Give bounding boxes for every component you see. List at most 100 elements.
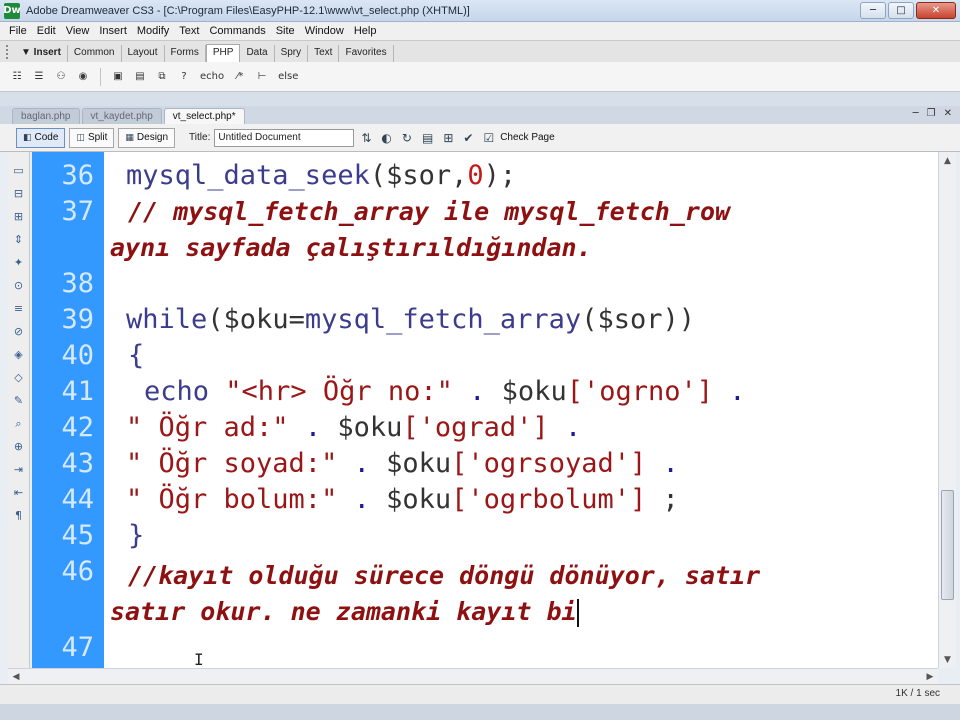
view-options-icon[interactable]: ▤ — [419, 131, 436, 145]
require-icon[interactable]: ▤ — [131, 68, 149, 86]
doc-tab-vt-kaydet[interactable]: vt_kaydet.php — [81, 108, 162, 124]
scroll-right-icon[interactable]: ▶ — [922, 669, 938, 684]
indent-code-icon[interactable]: ⇥ — [14, 461, 23, 479]
balance-braces-icon[interactable]: ⊙ — [14, 277, 23, 295]
open-documents-icon[interactable]: ▭ — [13, 162, 23, 180]
status-bar: 1K / 1 sec — [0, 684, 960, 704]
format-source-icon[interactable]: ¶ — [15, 507, 22, 525]
else-if-icon[interactable]: ⊢ — [253, 68, 271, 86]
insert-tab-layout[interactable]: Layout — [122, 45, 165, 62]
split-view-button[interactable]: ◫ Split — [69, 127, 115, 148]
line-number: 36 — [61, 160, 94, 191]
check-page-button[interactable]: ☑ Check Page — [480, 131, 554, 145]
cookie-vars-icon[interactable]: ◉ — [74, 68, 92, 86]
menu-edit[interactable]: Edit — [32, 25, 61, 37]
document-title-field[interactable] — [214, 128, 355, 147]
menu-commands[interactable]: Commands — [204, 25, 270, 37]
menu-file[interactable]: File — [4, 25, 32, 37]
doc-close-icon[interactable]: ✕ — [944, 108, 952, 119]
menu-text[interactable]: Text — [174, 25, 204, 37]
else-icon[interactable]: else — [275, 68, 301, 86]
visual-aids-icon[interactable]: ⊞ — [440, 131, 456, 145]
code-comment-text: satır okur. ne zamanki kayıt bi — [110, 597, 577, 626]
form-vars-icon[interactable]: ☷ — [8, 68, 26, 86]
insert-tab-text[interactable]: Text — [308, 45, 340, 62]
code-token: mysql_fetch_array — [304, 304, 582, 335]
minimize-button[interactable]: ─ — [860, 2, 886, 19]
scroll-up-icon[interactable]: ▲ — [939, 152, 956, 169]
code-token: ['ograd'] — [402, 412, 549, 443]
scroll-down-icon[interactable]: ▼ — [939, 651, 956, 668]
vertical-scrollbar[interactable]: ▲ ▼ — [938, 152, 956, 668]
select-parent-tag-icon[interactable]: ✦ — [14, 254, 23, 272]
expand-all-icon[interactable]: ⇕ — [14, 231, 23, 249]
wrap-tag-icon[interactable]: ✎ — [14, 392, 23, 410]
outdent-code-icon[interactable]: ⇤ — [14, 484, 23, 502]
code-token: ($sor)) — [581, 304, 695, 335]
menu-modify[interactable]: Modify — [132, 25, 174, 37]
doc-tab-vt-select[interactable]: vt_select.php* — [163, 108, 245, 124]
highlight-invalid-icon[interactable]: ⊘ — [14, 323, 23, 341]
panel-grip-icon[interactable] — [6, 45, 12, 59]
collapse-selection-icon[interactable]: ⊞ — [14, 208, 23, 226]
file-management-icon[interactable]: ⇅ — [358, 131, 374, 145]
echo-icon[interactable]: echo — [197, 68, 227, 86]
menu-help[interactable]: Help — [349, 25, 382, 37]
session-vars-icon[interactable]: ⚇ — [52, 68, 70, 86]
maximize-button[interactable]: □ — [888, 2, 914, 19]
insert-tab-data[interactable]: Data — [240, 45, 275, 62]
menu-window[interactable]: Window — [300, 25, 349, 37]
code-token: $oku — [501, 376, 567, 407]
insert-tab-spry[interactable]: Spry — [275, 45, 309, 62]
insert-tab-php[interactable]: PHP — [205, 44, 241, 62]
refresh-icon[interactable]: ↻ — [399, 131, 415, 145]
code-token: . — [662, 448, 679, 479]
insert-tab-forms[interactable]: Forms — [165, 45, 206, 62]
comment-icon[interactable]: ⁄* — [231, 68, 249, 86]
ibeam-cursor-icon: I — [194, 650, 204, 668]
insert-tab-favorites[interactable]: Favorites — [339, 45, 394, 62]
code-view-button[interactable]: ◧ Code — [16, 127, 66, 148]
split-view-icon: ◫ — [76, 132, 85, 143]
line-number: 45 — [61, 520, 94, 551]
code-line-45: } — [128, 520, 145, 551]
apply-comment-icon[interactable]: ◈ — [14, 346, 22, 364]
remove-comment-icon[interactable]: ◇ — [14, 369, 22, 387]
line-number: 39 — [61, 304, 94, 335]
menu-view[interactable]: View — [61, 25, 95, 37]
code-token: = — [288, 304, 305, 335]
code-token: ['ogrsoyad'] — [451, 448, 647, 479]
collapse-tag-icon[interactable]: ⊟ — [14, 185, 23, 203]
code-token: . — [469, 376, 486, 407]
code-line-41: echo "<hr> Öğr no:" . $oku['ogrno'] . — [144, 374, 746, 410]
menu-site[interactable]: Site — [271, 25, 300, 37]
close-button[interactable]: ✕ — [916, 2, 956, 19]
code-block-icon[interactable]: ⧉ — [153, 68, 171, 86]
insert-bar-label[interactable]: ▼ Insert — [15, 45, 68, 62]
menu-insert[interactable]: Insert — [94, 25, 132, 37]
code-token: . — [564, 412, 582, 443]
doc-minimize-icon[interactable]: ─ — [913, 108, 919, 119]
url-vars-icon[interactable]: ☰ — [30, 68, 48, 86]
doc-tab-baglan[interactable]: baglan.php — [12, 108, 80, 124]
code-token: ($sor, — [369, 160, 468, 191]
insert-tab-common[interactable]: Common — [68, 45, 122, 62]
code-view-icon: ◧ — [23, 132, 32, 143]
recent-snippets-icon[interactable]: ⌕ — [15, 415, 21, 433]
if-icon[interactable]: ? — [175, 68, 193, 86]
line-number: 46 — [61, 556, 94, 587]
insert-bar: ▼ Insert Common Layout Forms PHP Data Sp… — [0, 40, 960, 62]
preview-browser-icon[interactable]: ◐ — [378, 131, 394, 145]
horizontal-scrollbar[interactable]: ◀ ▶ — [8, 668, 938, 684]
doc-restore-icon[interactable]: ❐ — [927, 108, 936, 119]
design-view-button[interactable]: ▦ Design — [118, 127, 176, 148]
move-css-icon[interactable]: ⊕ — [14, 438, 23, 456]
scroll-thumb[interactable] — [941, 490, 954, 600]
line-numbers-icon[interactable]: ≡ — [14, 300, 23, 318]
line-number: 47 — [61, 632, 94, 663]
include-icon[interactable]: ▣ — [109, 68, 127, 86]
split-view-label: Split — [87, 132, 108, 143]
scroll-left-icon[interactable]: ◀ — [8, 669, 24, 684]
code-editor[interactable]: 36 37 38 39 40 41 42 43 44 45 46 47 mysq… — [32, 152, 938, 668]
validate-markup-icon[interactable]: ✔ — [460, 131, 476, 145]
